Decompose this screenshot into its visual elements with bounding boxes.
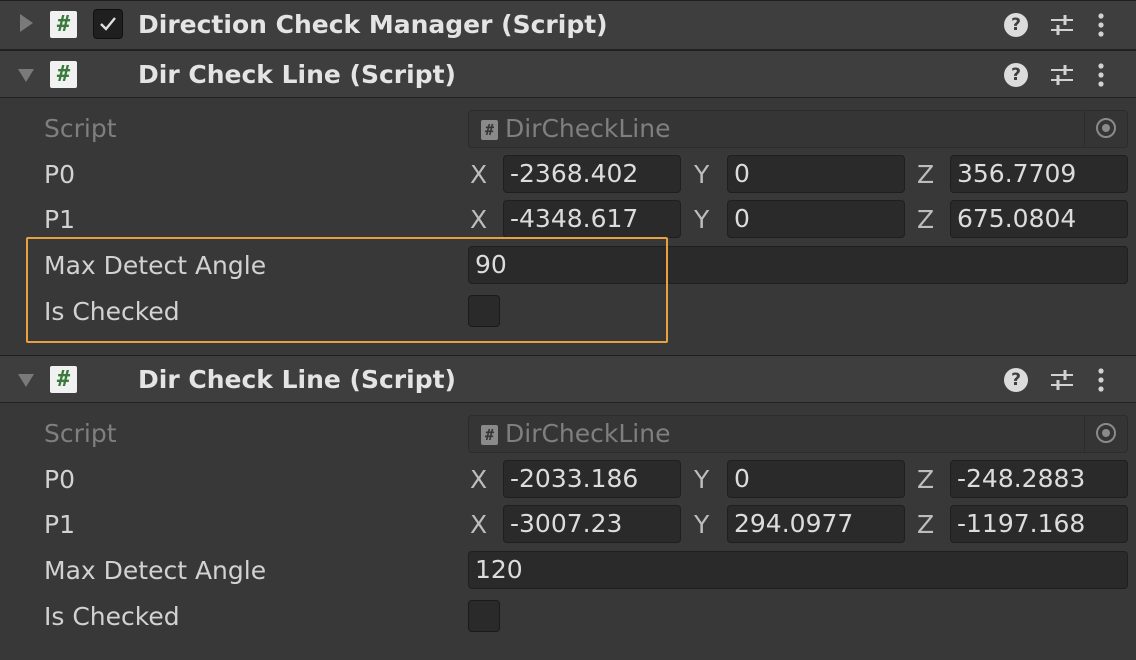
help-icon[interactable]: ? [1004, 13, 1028, 37]
max-detect-angle-field[interactable]: 120 [468, 551, 1128, 589]
p0-z-field[interactable]: 356.7709 [950, 155, 1128, 193]
help-icon[interactable]: ? [1004, 63, 1028, 87]
axis-y-label[interactable]: Y [694, 465, 709, 495]
axis-z-label[interactable]: Z [917, 465, 934, 495]
foldout-expanded-icon[interactable] [18, 374, 34, 387]
component-header-direction-check-manager[interactable]: # Direction Check Manager (Script) ? [0, 0, 1136, 50]
component-title: Dir Check Line (Script) [138, 365, 456, 394]
p0-y-field[interactable]: 0 [727, 155, 905, 193]
presets-icon[interactable] [1050, 13, 1074, 37]
foldout-collapsed-icon[interactable] [20, 14, 33, 32]
p1-z-field[interactable]: -1197.168 [950, 505, 1128, 543]
axis-y-label[interactable]: Y [694, 510, 709, 540]
axis-z-label[interactable]: Z [917, 510, 934, 540]
script-file-icon: # [50, 11, 77, 38]
p0-z-field[interactable]: -248.2883 [950, 460, 1128, 498]
component-title: Dir Check Line (Script) [138, 60, 456, 89]
script-object-field: # DirCheckLine [468, 110, 1128, 148]
p1-z-field[interactable]: 675.0804 [950, 200, 1128, 238]
p1-y-field[interactable]: 294.0977 [727, 505, 905, 543]
presets-icon[interactable] [1050, 368, 1074, 392]
component-enable-checkbox[interactable] [93, 9, 123, 39]
script-file-icon: # [481, 120, 498, 140]
foldout-expanded-icon[interactable] [18, 69, 34, 82]
p0-label: P0 [44, 160, 75, 189]
highlight-box [26, 237, 668, 343]
p1-y-field[interactable]: 0 [727, 200, 905, 238]
axis-x-label[interactable]: X [470, 510, 487, 540]
axis-y-label[interactable]: Y [694, 160, 709, 190]
axis-z-label[interactable]: Z [917, 160, 934, 190]
script-file-icon: # [481, 425, 498, 445]
script-file-icon: # [50, 61, 77, 88]
max-detect-angle-label: Max Detect Angle [44, 556, 267, 585]
object-picker-icon[interactable] [1084, 416, 1127, 452]
p0-x-field[interactable]: -2368.402 [503, 155, 681, 193]
axis-z-label[interactable]: Z [917, 205, 934, 235]
checkmark-icon [100, 17, 116, 31]
script-file-icon: # [50, 366, 77, 393]
axis-x-label[interactable]: X [470, 465, 487, 495]
is-checked-label: Is Checked [44, 602, 180, 631]
p1-label: P1 [44, 205, 75, 234]
axis-x-label[interactable]: X [470, 205, 487, 235]
script-object-value: DirCheckLine [505, 419, 671, 448]
axis-x-label[interactable]: X [470, 160, 487, 190]
component-title: Direction Check Manager (Script) [138, 10, 608, 39]
component-header-dir-check-line-2[interactable]: # Dir Check Line (Script) ? [0, 355, 1136, 403]
axis-y-label[interactable]: Y [694, 205, 709, 235]
p0-y-field[interactable]: 0 [727, 460, 905, 498]
script-label: Script [44, 114, 117, 143]
object-picker-icon[interactable] [1084, 111, 1127, 147]
kebab-menu-icon[interactable] [1097, 367, 1105, 393]
script-object-value: DirCheckLine [505, 114, 671, 143]
p0-label: P0 [44, 465, 75, 494]
is-checked-checkbox[interactable] [468, 600, 500, 632]
p1-label: P1 [44, 510, 75, 539]
kebab-menu-icon[interactable] [1097, 12, 1105, 38]
presets-icon[interactable] [1050, 63, 1074, 87]
kebab-menu-icon[interactable] [1097, 62, 1105, 88]
help-icon[interactable]: ? [1004, 368, 1028, 392]
p0-x-field[interactable]: -2033.186 [503, 460, 681, 498]
script-object-field: # DirCheckLine [468, 415, 1128, 453]
p1-x-field[interactable]: -4348.617 [503, 200, 681, 238]
p1-x-field[interactable]: -3007.23 [503, 505, 681, 543]
script-label: Script [44, 419, 117, 448]
component-header-dir-check-line-1[interactable]: # Dir Check Line (Script) ? [0, 50, 1136, 98]
